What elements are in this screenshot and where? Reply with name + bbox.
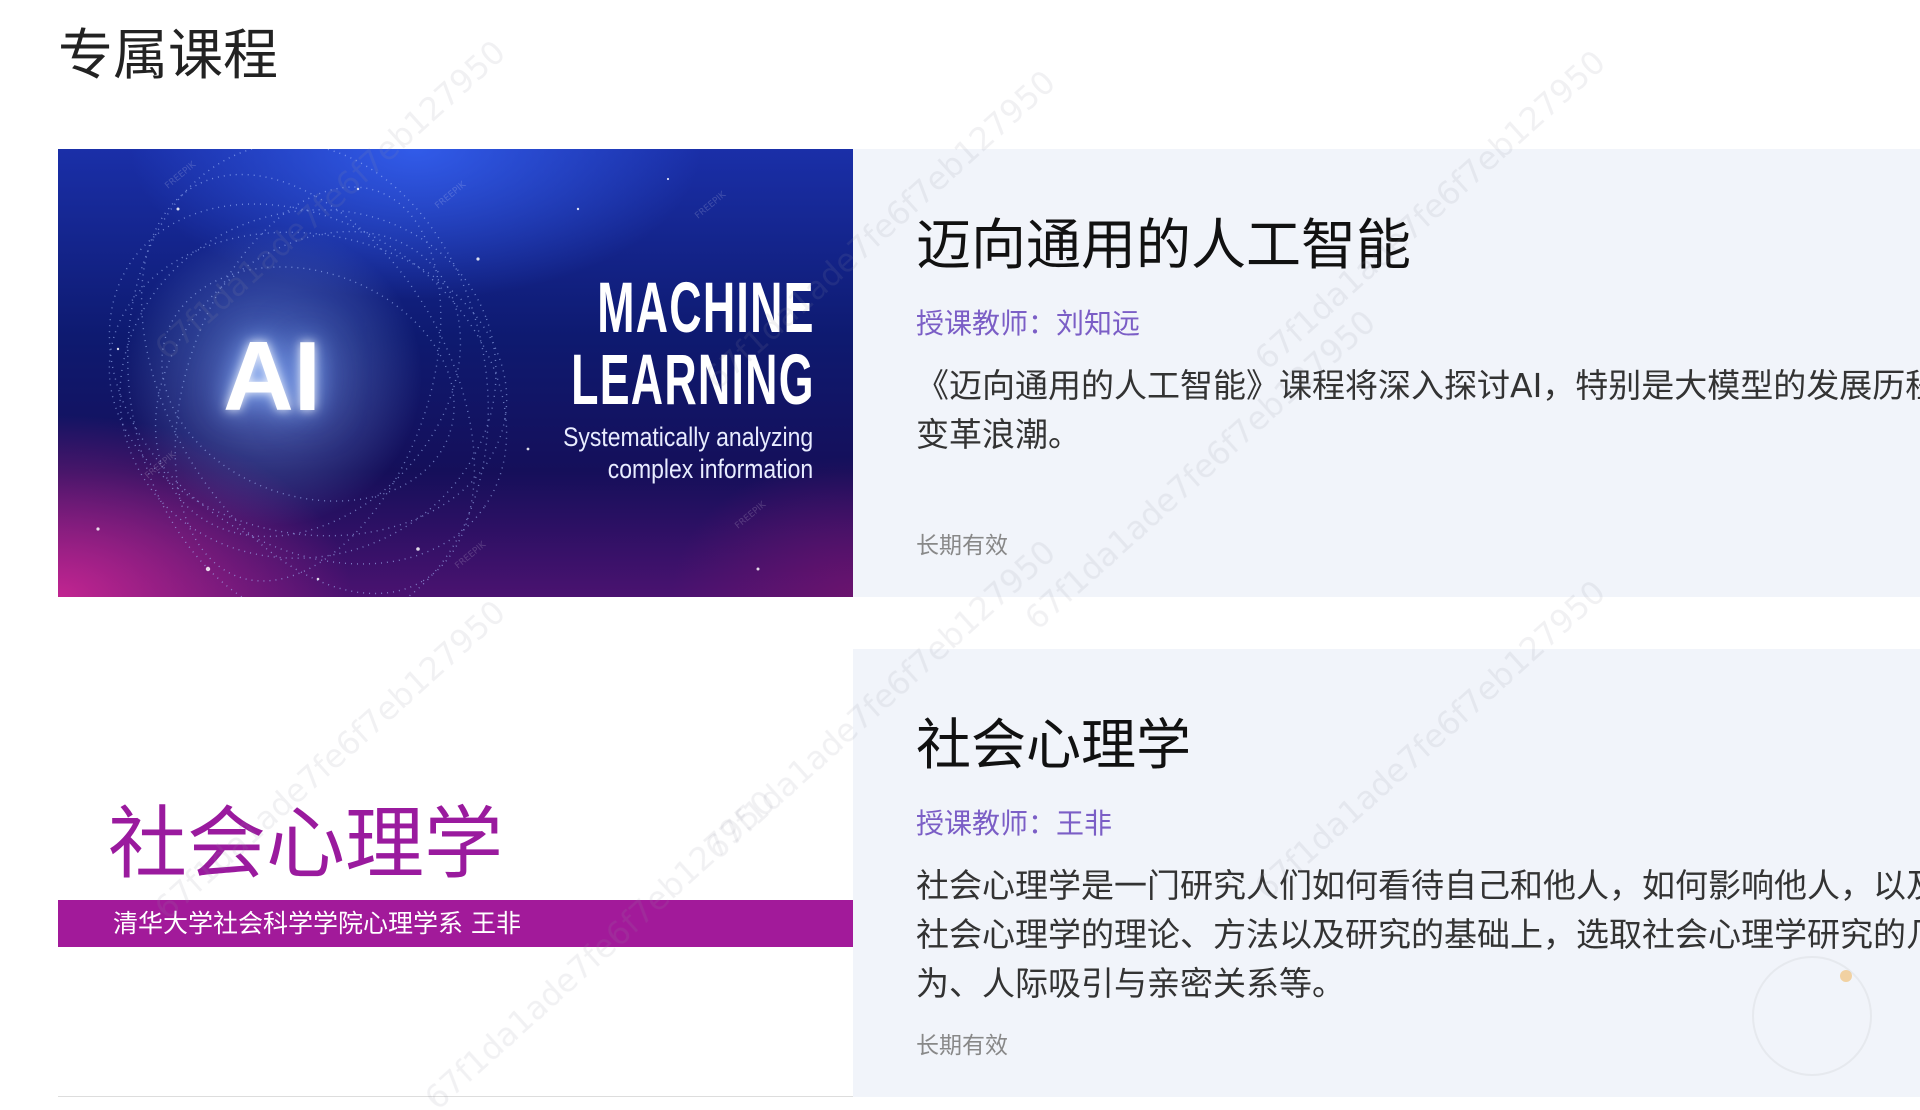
freepik-watermark: FREEPIK — [454, 539, 489, 571]
cover-tagline-line: complex information — [607, 454, 813, 484]
cover-headline-line: MACHINE — [597, 269, 815, 348]
course-description-line: 社会心理学是一门研究人们如何看待自己和他人，如何影响他人，以及 — [916, 866, 1920, 905]
freepik-watermark: FREEPIK — [434, 179, 469, 211]
course-description-line: 变革浪潮。 — [916, 415, 1081, 454]
page-title: 专属课程 — [58, 23, 279, 87]
cover-title: 社会心理学 — [108, 798, 503, 890]
cover-tagline: Systematically analyzing complex informa… — [519, 421, 813, 485]
course-card-ai[interactable]: FREEPIK FREEPIK FREEPIK FREEPIK FREEPIK … — [58, 149, 1920, 597]
cover-headline: MACHINE LEARNING — [428, 273, 815, 417]
freepik-watermark: FREEPIK — [734, 499, 769, 531]
cover-headline-line: LEARNING — [571, 341, 815, 420]
course-cover-image[interactable]: 社会心理学 清华大学社会科学学院心理学系 王非 — [58, 649, 853, 1097]
course-description-line: 《迈向通用的人工智能》课程将深入探讨AI，特别是大模型的发展历程 — [916, 366, 1920, 405]
cover-subtitle-bar: 清华大学社会科学学院心理学系 王非 — [58, 900, 853, 947]
course-title[interactable]: 迈向通用的人工智能 — [916, 215, 1411, 275]
course-teacher: 授课教师：王非 — [916, 807, 1113, 840]
course-description-line: 社会心理学的理论、方法以及研究的基础上，选取社会心理学研究的几 — [916, 915, 1920, 954]
cover-subtitle: 清华大学社会科学学院心理学系 王非 — [113, 909, 521, 938]
cover-ai-text: AI — [223, 321, 321, 431]
course-info-panel: 迈向通用的人工智能 授课教师：刘知远 《迈向通用的人工智能》课程将深入探讨AI，… — [853, 149, 1920, 597]
course-validity: 长期有效 — [916, 1033, 1008, 1059]
course-page: 专属课程 FREEPIK FREEPIK FREEPIK FREEPIK FRE… — [0, 0, 1920, 1110]
course-card-social-psychology[interactable]: 社会心理学 清华大学社会科学学院心理学系 王非 社会心理学 授课教师：王非 社会… — [58, 649, 1920, 1097]
cover-tagline-line: Systematically analyzing — [562, 422, 813, 452]
freepik-watermark: FREEPIK — [694, 189, 729, 221]
course-cover-image[interactable]: FREEPIK FREEPIK FREEPIK FREEPIK FREEPIK … — [58, 149, 853, 597]
course-validity: 长期有效 — [916, 533, 1008, 559]
course-description: 《迈向通用的人工智能》课程将深入探讨AI，特别是大模型的发展历程 变革浪潮。 — [916, 361, 1920, 459]
floating-assistant-button[interactable] — [1752, 956, 1872, 1076]
course-title[interactable]: 社会心理学 — [916, 715, 1191, 775]
notification-dot-icon — [1840, 970, 1852, 982]
freepik-watermark: FREEPIK — [164, 159, 199, 191]
course-teacher: 授课教师：刘知远 — [916, 307, 1141, 340]
